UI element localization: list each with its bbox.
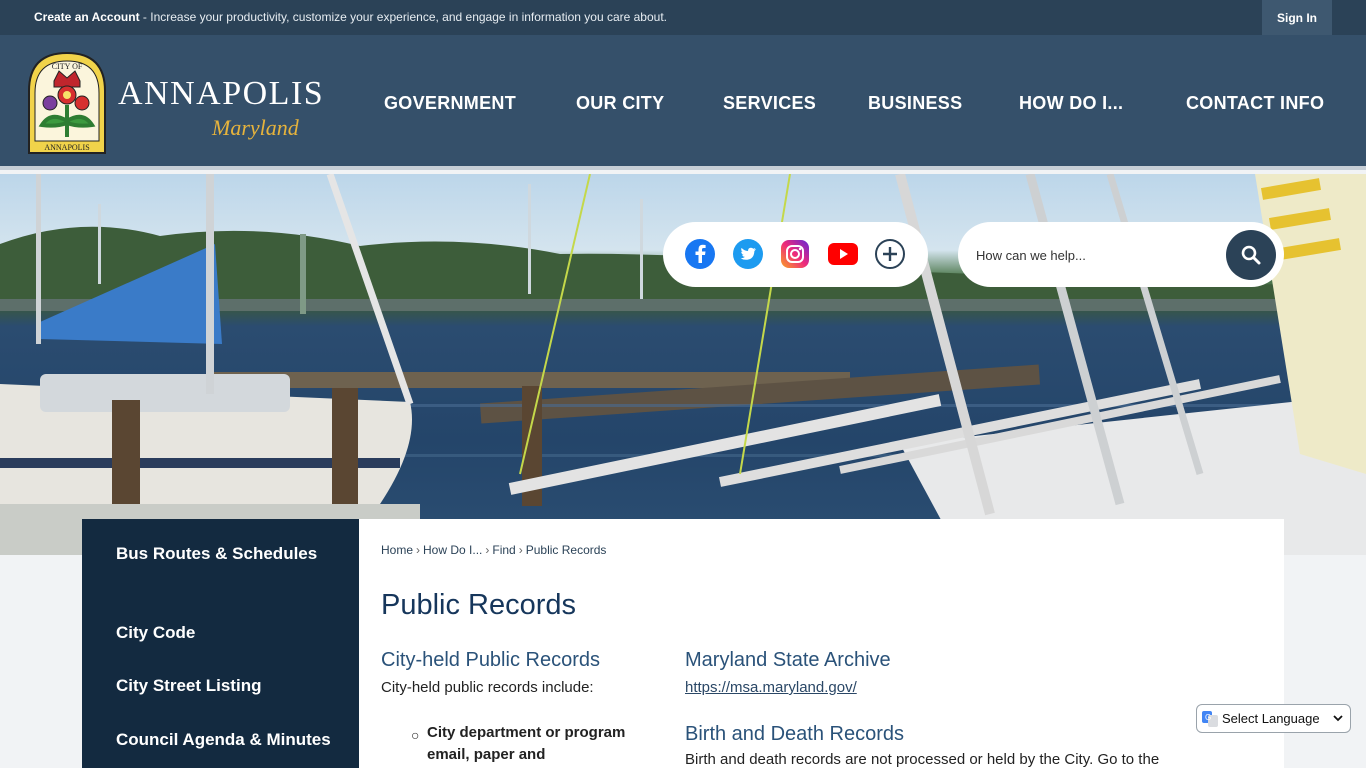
city-held-heading: City-held Public Records [381,649,600,671]
city-held-list-item: City department or program email, paper … [427,724,626,763]
search-icon [1241,245,1261,265]
plus-icon[interactable] [875,239,905,269]
nav-how-do-i[interactable]: HOW DO I... [1019,93,1123,114]
breadcrumb: Home › How Do I... › Find › Public Records [381,543,607,557]
facebook-icon[interactable] [685,239,715,269]
language-select[interactable]: G Select Language [1196,704,1351,733]
bullet-marker: ○ [411,727,420,743]
sidebar-item-council-agenda[interactable]: Council Agenda & Minutes [116,727,346,752]
social-media-bar [663,222,928,287]
create-account-link[interactable]: Create an Account [34,10,140,24]
instagram-icon[interactable] [781,240,809,268]
archive-heading: Maryland State Archive [685,649,891,671]
sidebar-item-bus-routes[interactable]: Bus Routes & Schedules [116,541,346,566]
logo-title[interactable]: ANNAPOLIS [118,75,324,113]
seal-bottom-text: ANNAPOLIS [44,143,89,152]
create-account-message: Create an Account - Increase your produc… [34,10,667,24]
breadcrumb-find[interactable]: Find [492,543,515,557]
chevron-down-icon [1333,715,1343,722]
language-select-label: Select Language [1222,711,1320,726]
search-input[interactable] [976,242,1206,268]
google-translate-icon: G [1202,710,1218,727]
city-held-intro: City-held public records include: [381,679,594,696]
youtube-icon[interactable] [828,243,858,265]
city-seal-logo[interactable]: CITY OF ANNAPOLIS [26,51,108,155]
birth-death-heading: Birth and Death Records [685,723,905,745]
page-title: Public Records [381,589,577,621]
main-content: Home › How Do I... › Find › Public Records Pub… [359,519,1284,768]
search-button[interactable] [1226,230,1276,280]
breadcrumb-home[interactable]: Home [381,543,413,557]
birth-death-text: Birth and death records are not processe… [685,751,1160,768]
sidebar-nav: Bus Routes & Schedules City Code City St… [82,519,359,768]
sidebar-item-city-street-listing[interactable]: City Street Listing [116,673,346,698]
sign-in-button[interactable]: Sign In [1262,0,1332,35]
site-search [958,222,1284,287]
svg-text:G: G [1205,713,1211,722]
breadcrumb-current: Public Records [525,543,607,557]
nav-contact-info[interactable]: CONTACT INFO [1186,93,1324,114]
nav-our-city[interactable]: OUR CITY [576,93,664,114]
seal-top-text: CITY OF [52,62,83,71]
twitter-icon[interactable] [733,239,763,269]
nav-services[interactable]: SERVICES [723,93,816,114]
archive-link[interactable]: https://msa.maryland.gov/ [685,679,857,696]
breadcrumb-how-do-i[interactable]: How Do I... [423,543,482,557]
top-utility-bar: Create an Account - Increase your produc… [0,0,1366,35]
logo-subtitle: Maryland [212,115,299,140]
site-header: CITY OF ANNAPOLIS ANNAPOLIS Maryland GOV… [0,35,1366,170]
nav-business[interactable]: BUSINESS [868,93,962,114]
sidebar-item-city-code[interactable]: City Code [116,620,346,645]
nav-government[interactable]: GOVERNMENT [384,93,516,114]
create-account-description: - Increase your productivity, customize … [139,10,667,24]
